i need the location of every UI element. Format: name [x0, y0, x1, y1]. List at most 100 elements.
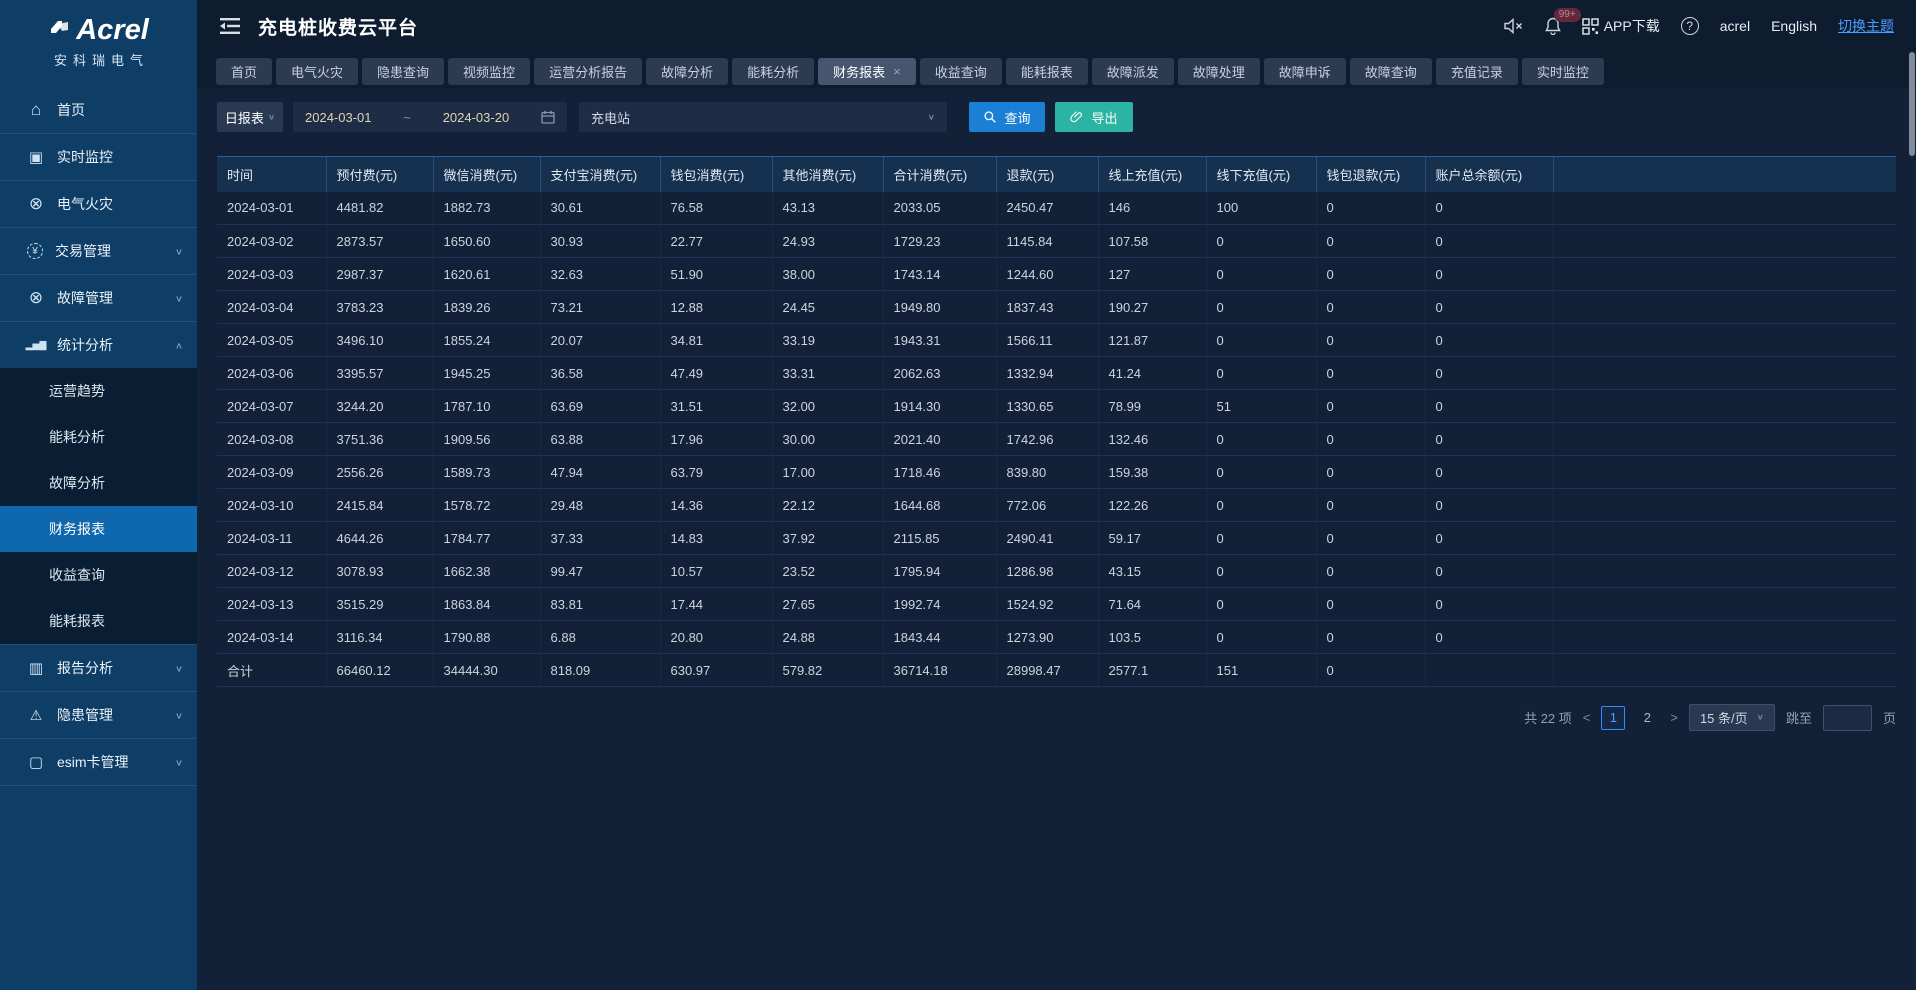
username[interactable]: acrel	[1720, 18, 1750, 34]
column-header: 账户总余额(元)	[1425, 157, 1553, 192]
table-cell: 1992.74	[883, 588, 996, 621]
table-cell: 29.48	[540, 489, 660, 522]
table-cell: 63.69	[540, 390, 660, 423]
sidebar-item[interactable]: 统计分析 ∧	[0, 322, 197, 368]
table-cell: 76.58	[660, 192, 772, 225]
table-cell: 2024-03-02	[217, 225, 326, 258]
sidebar-item[interactable]: esim卡管理 ∨	[0, 739, 197, 785]
table-cell: 71.64	[1098, 588, 1206, 621]
table-cell: 2115.85	[883, 522, 996, 555]
table-cell: 2450.47	[996, 192, 1098, 225]
sidebar-item[interactable]: 实时监控	[0, 134, 197, 180]
table-cell: 0	[1316, 258, 1425, 291]
sidebar-subitem[interactable]: 能耗分析	[0, 414, 197, 460]
sidebar-subitem[interactable]: 收益查询	[0, 552, 197, 598]
column-header	[1553, 157, 1896, 192]
table-cell: 2024-03-10	[217, 489, 326, 522]
table-cell: 2024-03-01	[217, 192, 326, 225]
tab[interactable]: 故障处理	[1178, 58, 1260, 85]
language-switch[interactable]: English	[1771, 18, 1817, 34]
sidebar-subitem[interactable]: 财务报表	[0, 506, 197, 552]
table-cell: 0	[1425, 588, 1553, 621]
table-cell: 59.17	[1098, 522, 1206, 555]
table-cell: 1784.77	[433, 522, 540, 555]
tab[interactable]: 财务报表	[818, 58, 916, 85]
tab[interactable]: 电气火灾	[276, 58, 358, 85]
monitor-icon	[27, 148, 45, 166]
tab-close-icon[interactable]	[893, 64, 901, 79]
table-cell: 20.80	[660, 621, 772, 654]
page-number[interactable]: 1	[1601, 706, 1625, 730]
sidebar-item[interactable]: 电气火灾	[0, 181, 197, 227]
tab[interactable]: 视频监控	[448, 58, 530, 85]
table-cell: 38.00	[772, 258, 883, 291]
table-cell: 3116.34	[326, 621, 433, 654]
sidebar-item-label: 交易管理	[55, 241, 175, 261]
table-cell: 63.79	[660, 456, 772, 489]
sidebar-item[interactable]: 故障管理 ∨	[0, 275, 197, 321]
date-range-picker[interactable]: 2024-03-01 ~ 2024-03-20	[293, 102, 567, 132]
search-icon	[983, 110, 997, 124]
tab[interactable]: 能耗报表	[1006, 58, 1088, 85]
table-cell: 579.82	[772, 654, 883, 687]
table-cell: 1882.73	[433, 192, 540, 225]
scrollbar-thumb[interactable]	[1909, 52, 1915, 156]
tab[interactable]: 故障分析	[646, 58, 728, 85]
tab[interactable]: 实时监控	[1522, 58, 1604, 85]
tab[interactable]: 故障申诉	[1264, 58, 1346, 85]
tab[interactable]: 隐患查询	[362, 58, 444, 85]
tab[interactable]: 收益查询	[920, 58, 1002, 85]
table-cell: 1718.46	[883, 456, 996, 489]
table-cell: 2021.40	[883, 423, 996, 456]
sidebar-subitem[interactable]: 能耗报表	[0, 598, 197, 644]
tab[interactable]: 运营分析报告	[534, 58, 642, 85]
sidebar-subitem[interactable]: 运营趋势	[0, 368, 197, 414]
sidebar: Acrel 安科瑞电气 首页	[0, 0, 197, 990]
sidebar-item[interactable]: 报告分析 ∨	[0, 645, 197, 691]
calendar-icon	[541, 110, 555, 124]
table-cell: 2577.1	[1098, 654, 1206, 687]
table-cell: 2033.05	[883, 192, 996, 225]
tab[interactable]: 能耗分析	[732, 58, 814, 85]
sidebar-item[interactable]: 交易管理 ∨	[0, 228, 197, 274]
tab[interactable]: 故障派发	[1092, 58, 1174, 85]
chevron-icon: ∨	[175, 293, 183, 303]
tab[interactable]: 故障查询	[1350, 58, 1432, 85]
stats-icon	[27, 336, 45, 354]
table-cell: 2024-03-05	[217, 324, 326, 357]
table-cell: 41.24	[1098, 357, 1206, 390]
table-cell: 1863.84	[433, 588, 540, 621]
scrollbar[interactable]	[1908, 52, 1916, 990]
jump-page-input[interactable]	[1823, 705, 1872, 731]
sidebar-subitem[interactable]: 故障分析	[0, 460, 197, 506]
table-cell: 34.81	[660, 324, 772, 357]
table-cell: 2062.63	[883, 357, 996, 390]
station-select[interactable]: 充电站	[579, 102, 947, 132]
report-type-select[interactable]: 日报表	[217, 102, 283, 132]
page-size-select[interactable]: 15 条/页	[1689, 704, 1775, 731]
theme-switch-link[interactable]: 切换主题	[1838, 16, 1894, 36]
help-icon[interactable]	[1681, 17, 1699, 35]
tab[interactable]: 首页	[216, 58, 272, 85]
collapse-menu-icon[interactable]	[219, 17, 241, 35]
notifications-bell-icon[interactable]: 99+	[1545, 17, 1561, 35]
tab-label: 故障分析	[661, 62, 713, 81]
table-cell: 839.80	[996, 456, 1098, 489]
mute-icon[interactable]	[1504, 18, 1524, 34]
table-cell: 1729.23	[883, 225, 996, 258]
column-header: 退款(元)	[996, 157, 1098, 192]
table-cell: 99.47	[540, 555, 660, 588]
sidebar-item[interactable]: 隐患管理 ∨	[0, 692, 197, 738]
tab[interactable]: 充值记录	[1436, 58, 1518, 85]
page-number[interactable]: 2	[1635, 706, 1659, 730]
search-button[interactable]: 查询	[969, 102, 1045, 132]
export-button[interactable]: 导出	[1055, 102, 1133, 132]
table-cell	[1553, 357, 1896, 390]
table-cell: 1578.72	[433, 489, 540, 522]
next-page-icon[interactable]	[1670, 710, 1678, 725]
sidebar-item-label: 实时监控	[57, 147, 183, 167]
app-download-link[interactable]: APP下载	[1582, 16, 1660, 36]
sidebar-item[interactable]: 首页	[0, 87, 197, 133]
prev-page-icon[interactable]	[1583, 710, 1591, 725]
table-cell: 0	[1316, 324, 1425, 357]
